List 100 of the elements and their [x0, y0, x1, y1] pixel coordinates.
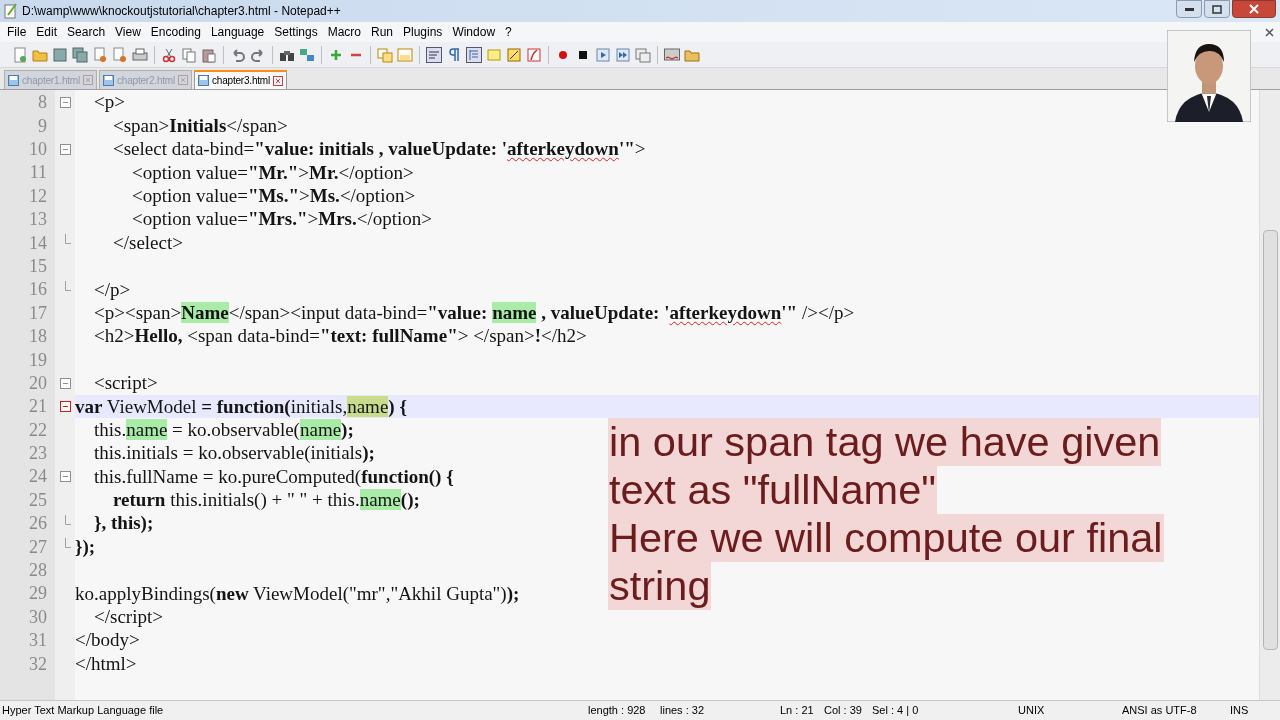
- line-number: 10: [29, 138, 47, 161]
- status-text: ANSI as UTF-8: [1122, 703, 1198, 719]
- code-line: </html>: [75, 651, 137, 676]
- scrollbar-thumb[interactable]: [1262, 230, 1278, 650]
- cut-icon[interactable]: [161, 46, 177, 63]
- code-line: }, this);: [93, 511, 154, 536]
- menu-item[interactable]: File: [2, 23, 32, 41]
- status-text: UNIX: [1018, 703, 1046, 719]
- play-icon[interactable]: [595, 46, 611, 63]
- line-number: 29: [29, 582, 47, 606]
- status-text: lines : 32: [660, 703, 706, 719]
- menu-item[interactable]: Edit: [31, 23, 63, 41]
- status-text: length : 928: [588, 703, 647, 719]
- copy-icon[interactable]: [181, 46, 197, 63]
- line-number: 30: [29, 605, 47, 629]
- spell-check-icon[interactable]: [664, 46, 680, 63]
- minimize-icon: [1184, 7, 1194, 11]
- file-tab[interactable]: chapter3.html: [194, 70, 287, 89]
- code-line: <select data-bind="value: initials , valueUpdate: 'afterkeydown'">: [112, 137, 646, 162]
- code-line: </select>: [112, 230, 183, 255]
- fold-toggle-icon[interactable]: [59, 97, 71, 109]
- close-icon[interactable]: [1265, 27, 1274, 37]
- code-line: <option value="Ms.">Ms.</option>: [131, 184, 416, 208]
- menu-item[interactable]: Window: [447, 23, 501, 41]
- vertical-scrollbar[interactable]: [1259, 90, 1280, 700]
- code-line: <span>Initials</span>: [112, 113, 288, 138]
- code-line: <p><span>Name</span><input data-bind="value: name , valueUpdate: 'afterkeydown'" /></p>: [93, 300, 855, 325]
- save-all-icon[interactable]: [72, 46, 88, 63]
- save-icon[interactable]: [52, 46, 68, 63]
- line-number: 9: [38, 114, 47, 138]
- close-all-icon[interactable]: [112, 46, 128, 63]
- line-number: 28: [29, 559, 47, 582]
- fold-toggle-icon[interactable]: [59, 143, 71, 155]
- code-line: <h2>Hello, <span data-bind="text: fullName"> </span>!</h2>: [93, 324, 587, 349]
- line-number: 27: [29, 535, 47, 559]
- line-number: 20: [29, 371, 47, 395]
- line-number: 8: [38, 91, 47, 115]
- status-text: Hyper Text Markup Language file: [1, 703, 165, 719]
- status-text: INS: [1230, 703, 1249, 719]
- code-line: this.fullName = ko.pureComputed(function() {: [93, 464, 454, 489]
- line-number: 18: [29, 325, 47, 349]
- line-number: 15: [29, 254, 47, 278]
- line-number: 12: [29, 184, 47, 208]
- code-line: </script>: [93, 605, 163, 630]
- line-number: 11: [29, 161, 47, 185]
- line-number: 16: [29, 278, 47, 302]
- fold-toggle-icon[interactable]: [59, 471, 71, 483]
- menu-item[interactable]: Plugins: [398, 23, 448, 41]
- menu-item[interactable]: View: [110, 23, 146, 41]
- code-line: });: [75, 534, 96, 559]
- maximize-icon: [1212, 4, 1222, 14]
- status-text: Sel : 4 | 0: [872, 703, 920, 719]
- notepad-icon: [4, 3, 18, 19]
- menu-item[interactable]: Run: [366, 23, 398, 41]
- code-line: </p>: [93, 277, 131, 302]
- line-number: 13: [29, 208, 47, 232]
- menu-item[interactable]: Search: [62, 23, 111, 41]
- menu-item[interactable]: ?: [500, 23, 517, 41]
- fast-forward-icon[interactable]: [615, 46, 631, 63]
- code-line: return this.initials() + " " + this.name();: [112, 488, 420, 513]
- pilcrow-icon[interactable]: [446, 46, 462, 63]
- line-number: 17: [29, 301, 47, 325]
- code-line: <option value="Mrs.">Mrs.</option>: [131, 207, 432, 232]
- line-number: 25: [29, 488, 47, 512]
- redo-icon[interactable]: [250, 46, 266, 63]
- close-file-icon[interactable]: [92, 46, 108, 63]
- line-number: 32: [29, 652, 47, 676]
- menu-item[interactable]: Macro: [322, 23, 366, 41]
- fold-toggle-icon[interactable]: [59, 401, 71, 413]
- code-line: <p>: [93, 90, 125, 115]
- line-number: 31: [29, 629, 47, 653]
- print-icon[interactable]: [132, 46, 148, 63]
- status-text: Col : 39: [824, 703, 863, 719]
- menu-item[interactable]: Settings: [269, 23, 323, 41]
- close-icon[interactable]: [273, 75, 283, 86]
- save-macro-icon[interactable]: [635, 46, 651, 63]
- code-line: ko.applyBindings(new ViewModel("mr","Akhil Gupta"));: [75, 581, 520, 606]
- fold-toggle-icon[interactable]: [59, 377, 71, 389]
- code-line: </body>: [75, 628, 140, 653]
- menu-item[interactable]: Language: [205, 23, 270, 41]
- undo-icon[interactable]: [230, 46, 246, 63]
- status-text: Ln : 21: [780, 703, 815, 719]
- line-number: 26: [29, 512, 47, 536]
- line-number: 24: [29, 465, 47, 489]
- close-button[interactable]: [1232, 0, 1276, 18]
- minimize-button[interactable]: [1176, 0, 1202, 18]
- line-number: 19: [29, 348, 47, 372]
- maximize-button[interactable]: [1204, 0, 1230, 18]
- line-number: 22: [29, 418, 47, 442]
- code-line: <script>: [93, 371, 158, 396]
- line-number: 14: [29, 231, 47, 255]
- code-line: this.initials = ko.observable(initials);: [93, 441, 375, 466]
- code-line: <option value="Mr.">Mr.</option>: [131, 160, 414, 185]
- close-icon: [1249, 4, 1259, 14]
- window-title: D:\wamp\www\knockoutjstutorial\chapter3.html - Notepad++: [22, 3, 341, 20]
- word-wrap-icon[interactable]: [426, 46, 442, 63]
- new-file-icon[interactable]: [12, 46, 28, 63]
- menu-item[interactable]: Encoding: [145, 23, 206, 41]
- line-number: 23: [29, 442, 47, 466]
- paste-icon[interactable]: [201, 46, 217, 63]
